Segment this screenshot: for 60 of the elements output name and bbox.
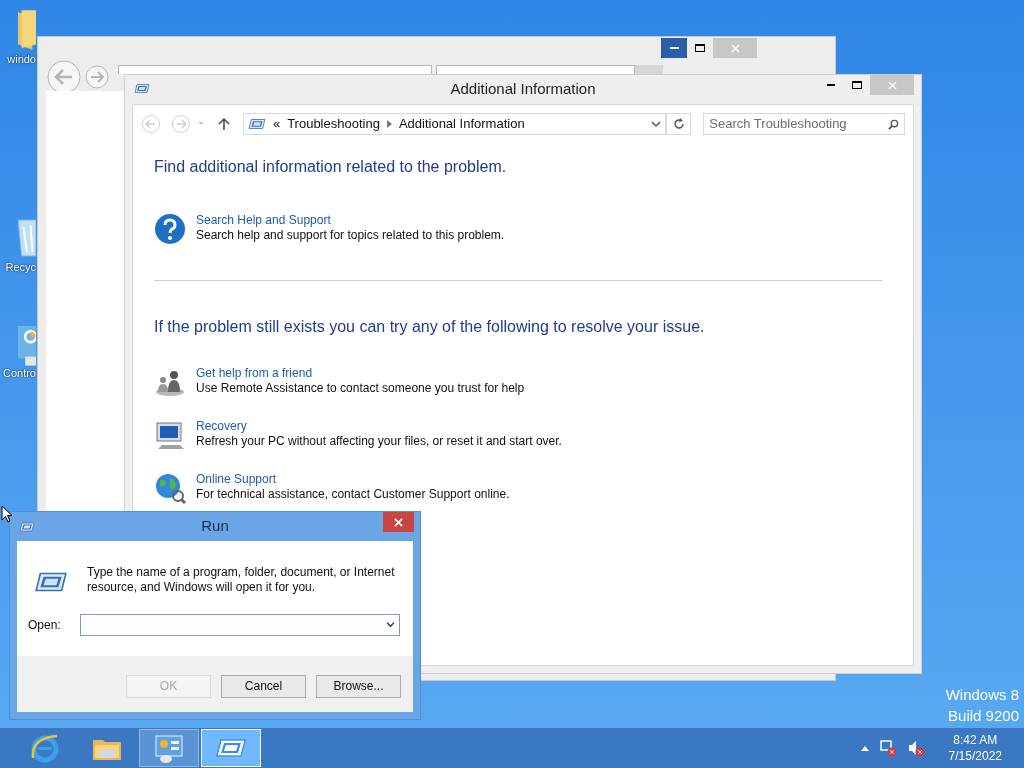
option-link[interactable]: Online Support <box>196 472 510 487</box>
app-icon <box>247 117 266 131</box>
close-icon <box>887 80 897 90</box>
dialog-title: Run <box>201 516 229 537</box>
option-link[interactable]: Recovery <box>196 419 562 434</box>
close-icon <box>730 43 740 53</box>
control-panel-icon <box>153 732 185 764</box>
open-combobox[interactable] <box>79 614 400 636</box>
dialog-message: Type the name of a program, folder, document, or Internet resource, and Windows will open it for you. <box>87 565 396 595</box>
network-error-icon[interactable] <box>878 739 897 757</box>
show-hidden-icons[interactable] <box>860 745 869 751</box>
window-title: Additional Information <box>450 79 596 100</box>
dialog-button[interactable]: Cancel <box>221 674 306 698</box>
refresh-icon <box>672 118 685 130</box>
search-icon <box>888 118 899 130</box>
app-icon <box>134 82 150 95</box>
option-description: Search help and support for topics related to this problem. <box>196 228 505 243</box>
taskbar-button[interactable] <box>139 729 199 767</box>
dropdown-icon[interactable] <box>651 120 662 128</box>
run-icon <box>19 521 35 533</box>
forward-icon[interactable] <box>84 64 110 90</box>
breadcrumb-item[interactable]: Additional Information <box>398 114 525 134</box>
desktop-icon-label: Recyc <box>5 260 36 274</box>
cursor-icon <box>1 505 13 523</box>
option-link[interactable]: Get help from a friend <box>196 366 525 381</box>
computer-icon <box>154 419 186 451</box>
address-bar[interactable] <box>118 65 432 74</box>
globe-icon <box>154 472 186 504</box>
os-watermark-text: Windows 8 <box>945 685 1019 705</box>
folder-icon <box>18 8 36 52</box>
dropdown-icon <box>385 622 395 628</box>
option-description: Refresh your PC without affecting your files, or reset it and start over. <box>196 434 562 449</box>
dialog-button[interactable]: Browse... <box>316 674 401 698</box>
minimize-button[interactable] <box>661 38 687 58</box>
section-heading: Find additional information related to the problem. <box>154 157 508 177</box>
taskbar-button[interactable] <box>201 729 261 767</box>
breadcrumb-overflow[interactable]: « <box>272 114 281 134</box>
close-button[interactable] <box>383 512 414 532</box>
chevron-icon <box>386 120 392 128</box>
up-arrow-icon[interactable] <box>216 117 231 131</box>
run-icon <box>215 736 247 760</box>
search-field[interactable]: Search Troubleshooting <box>703 113 905 135</box>
browser-icon <box>29 732 61 764</box>
recycle-bin-icon <box>18 216 36 260</box>
desktop-icon-label: windo <box>7 52 36 66</box>
close-icon <box>394 517 403 527</box>
option-description: For technical assistance, contact Customer Support online. <box>196 487 510 502</box>
address-bar[interactable]: « Troubleshooting Additional Information <box>242 113 667 135</box>
browser-tab[interactable] <box>436 65 635 74</box>
clock[interactable]: 8:42 AM 7/15/2022 <box>948 732 1002 764</box>
option-description: Use Remote Assistance to contact someone you trust for help <box>196 381 525 396</box>
help-link[interactable]: Search Help and Support <box>196 213 505 228</box>
os-watermark-text: Build 9200 <box>948 706 1019 726</box>
breadcrumb-item[interactable]: Troubleshooting <box>287 114 380 134</box>
desktop-icon-label: Contro <box>2 366 36 380</box>
section-heading: If the problem still exists you can try any of the following to resolve your issue. <box>154 317 706 337</box>
refresh-button[interactable] <box>666 113 692 135</box>
volume-muted-icon[interactable] <box>906 739 925 757</box>
help-icon <box>154 213 186 245</box>
open-label: Open: <box>28 617 61 634</box>
